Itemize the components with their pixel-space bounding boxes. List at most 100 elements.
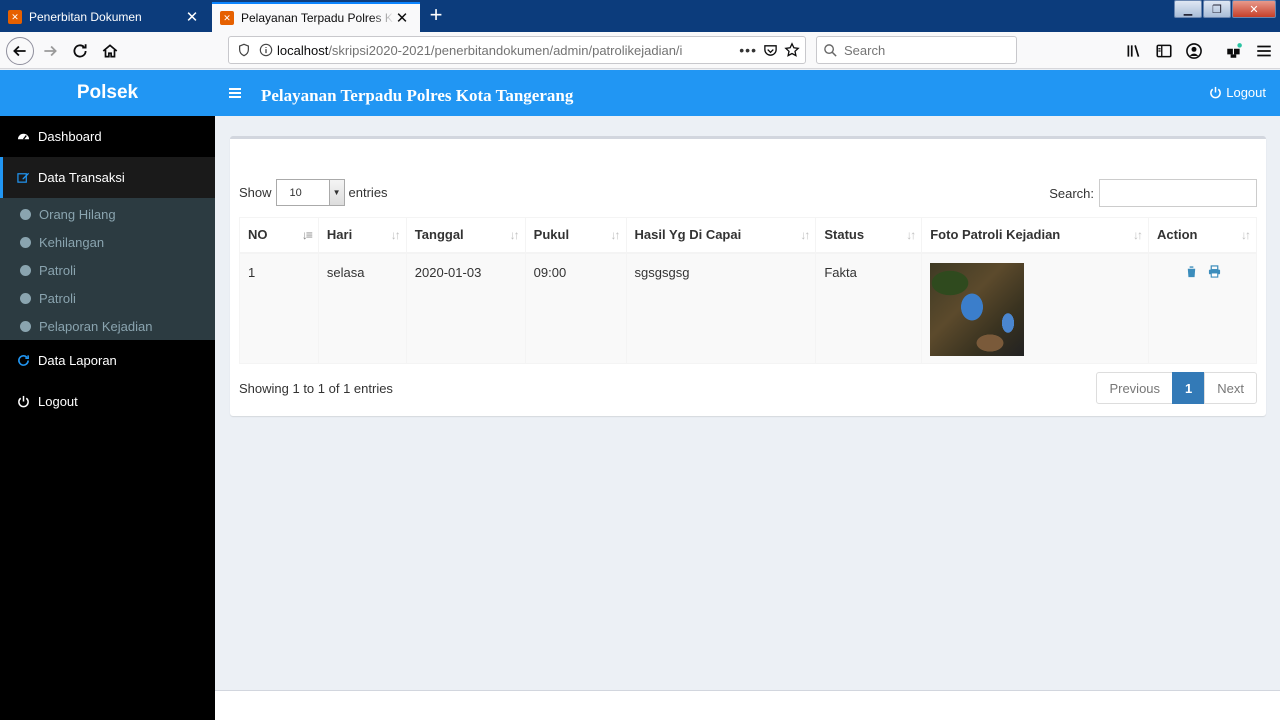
home-icon[interactable] [96, 37, 124, 65]
trash-icon[interactable] [1185, 265, 1198, 278]
content-footer [215, 690, 1280, 720]
column-header-hasil[interactable]: Hasil Yg Di Capai ↓↑ [625, 217, 817, 254]
column-header-status[interactable]: Status ↓↑ [815, 217, 923, 254]
sidebar-item-label: Dashboard [38, 129, 102, 144]
circle-icon [20, 292, 31, 304]
sidebar-item-logout[interactable]: Logout [0, 381, 215, 422]
sort-icon: ↓↑ [610, 228, 621, 242]
sidebar-submenu: Orang Hilang Kehilangan Patroli Patroli … [0, 198, 215, 340]
cell-action [1148, 252, 1257, 364]
submenu-item-label: Patroli [39, 290, 76, 306]
browser-tab-bar: ✕ Penerbitan Dokumen ✕ ✕ Pelayanan Terpa… [0, 0, 1280, 32]
submenu-item-label: Patroli [39, 262, 76, 278]
circle-icon [20, 236, 31, 248]
entries-length-control: Show 10 ▼ entries [239, 179, 388, 206]
shield-icon[interactable] [237, 43, 251, 57]
sort-icon: ↓↑ [509, 228, 520, 242]
search-label: Search: [1049, 185, 1094, 201]
page-actions-ellipsis-icon[interactable]: ••• [739, 42, 757, 58]
column-header-action[interactable]: Action ↓↑ [1148, 217, 1257, 254]
sidebar-toggle-icon[interactable] [1150, 37, 1178, 65]
patrol-photo[interactable] [930, 262, 1025, 356]
print-icon[interactable] [1208, 264, 1221, 278]
cell-hasil: sgsgsgsg [625, 252, 817, 364]
cell-pukul: 09:00 [524, 252, 627, 364]
data-table-box: Show 10 ▼ entries Search: NO ↓≡ Hari ↓↑ Ta… [230, 136, 1266, 416]
sidebar-item-data-laporan[interactable]: Data Laporan [0, 340, 215, 381]
sidebar: Dashboard Data Transaksi Orang Hilang Ke… [0, 116, 215, 720]
new-tab-plus-icon[interactable]: + [426, 4, 446, 28]
page-1-button[interactable]: 1 [1172, 372, 1206, 404]
submenu-item-pelaporan-kejadian[interactable]: Pelaporan Kejadian [0, 312, 215, 340]
search-icon [823, 43, 838, 58]
close-tab-icon[interactable]: ✕ [394, 9, 410, 27]
tab-title: Pelayanan Terpadu Polres Kota Tangerang [241, 11, 394, 25]
pocket-icon[interactable] [763, 43, 778, 58]
tab-title: Penerbitan Dokumen [29, 10, 142, 24]
submenu-item-label: Kehilangan [39, 234, 105, 250]
entries-select[interactable]: 10 ▼ [275, 179, 345, 206]
table-header-row: NO ↓≡ Hari ↓↑ Tanggal ↓↑ Pukul ↓↑ Hasil Yg D… [239, 217, 1257, 254]
menu-icon[interactable] [1250, 37, 1278, 65]
column-header-foto[interactable]: Foto Patroli Kejadian ↓↑ [921, 217, 1150, 254]
table-row: 1 selasa 2020-01-03 09:00 sgsgsgsg Fakta [239, 252, 1257, 364]
table-search: Search: [1049, 179, 1257, 207]
url-path: /skripsi2020-2021/penerbitandokumen/admi… [328, 42, 683, 58]
circle-icon [20, 208, 31, 220]
browser-tab-pelayanan[interactable]: ✕ Pelayanan Terpadu Polres Kota Tangeran… [212, 2, 420, 32]
library-icon[interactable] [1120, 37, 1148, 65]
dashboard-icon [17, 133, 30, 140]
browser-search-input[interactable] [844, 42, 1004, 58]
sidebar-item-label: Logout [38, 394, 78, 409]
brand-logo[interactable]: Polsek [0, 70, 215, 116]
cell-no: 1 [239, 252, 319, 364]
browser-tab-penerbitan[interactable]: ✕ Penerbitan Dokumen ✕ [0, 2, 210, 32]
bookmark-star-icon[interactable] [784, 42, 800, 58]
sort-icon: ↓↑ [390, 228, 401, 242]
column-header-pukul[interactable]: Pukul ↓↑ [524, 217, 627, 254]
sidebar-item-label: Data Transaksi [38, 170, 125, 185]
sidebar-item-data-transaksi[interactable]: Data Transaksi [0, 157, 215, 198]
submenu-item-patroli[interactable]: Patroli [0, 256, 215, 284]
power-icon [1210, 86, 1222, 99]
pagination: Previous 1 Next [1096, 372, 1257, 404]
patrol-table: NO ↓≡ Hari ↓↑ Tanggal ↓↑ Pukul ↓↑ Hasil Yg D… [239, 217, 1257, 364]
submenu-item-label: Pelaporan Kejadian [39, 318, 153, 334]
column-header-hari[interactable]: Hari ↓↑ [317, 217, 407, 254]
row-actions [1157, 264, 1248, 278]
submenu-item-orang-hilang[interactable]: Orang Hilang [0, 200, 215, 228]
show-label: Show [239, 185, 272, 200]
restore-icon[interactable]: ❐ [1203, 0, 1231, 18]
forward-arrow-icon[interactable] [36, 37, 64, 65]
table-info: Showing 1 to 1 of 1 entries [239, 381, 393, 396]
table-search-input[interactable] [1099, 179, 1257, 207]
submenu-item-patroli-2[interactable]: Patroli [0, 284, 215, 312]
sidebar-item-dashboard[interactable]: Dashboard [0, 116, 215, 157]
back-arrow-icon[interactable] [6, 37, 34, 65]
next-page-button[interactable]: Next [1204, 372, 1257, 404]
entries-value: 10 [289, 186, 302, 199]
refresh-icon [18, 355, 29, 366]
window-close-icon[interactable]: ✕ [1232, 0, 1276, 18]
power-icon [18, 395, 29, 408]
submenu-item-kehilangan[interactable]: Kehilangan [0, 228, 215, 256]
minimize-icon[interactable]: ▁ [1174, 0, 1202, 18]
browser-search-bar[interactable] [816, 36, 1017, 64]
account-icon[interactable] [1180, 37, 1208, 65]
column-header-no[interactable]: NO ↓≡ [239, 217, 319, 254]
previous-page-button[interactable]: Previous [1096, 372, 1174, 404]
info-icon[interactable] [259, 43, 273, 57]
cell-hari: selasa [317, 252, 407, 364]
reload-icon[interactable] [66, 37, 94, 65]
close-tab-icon[interactable]: ✕ [184, 8, 200, 26]
edit-icon [17, 172, 30, 183]
xampp-favicon-icon: ✕ [220, 11, 234, 25]
hamburger-menu-icon[interactable] [228, 86, 242, 100]
extensions-icon[interactable] [1220, 37, 1248, 65]
url-bar[interactable]: localhost/skripsi2020-2021/penerbitandok… [228, 36, 806, 64]
sort-icon: ↓↑ [1133, 228, 1143, 242]
header-logout-button[interactable]: Logout [1209, 85, 1266, 100]
dropdown-arrow-icon[interactable]: ▼ [328, 180, 344, 205]
cell-foto [921, 252, 1150, 364]
column-header-tanggal[interactable]: Tanggal ↓↑ [405, 217, 526, 254]
